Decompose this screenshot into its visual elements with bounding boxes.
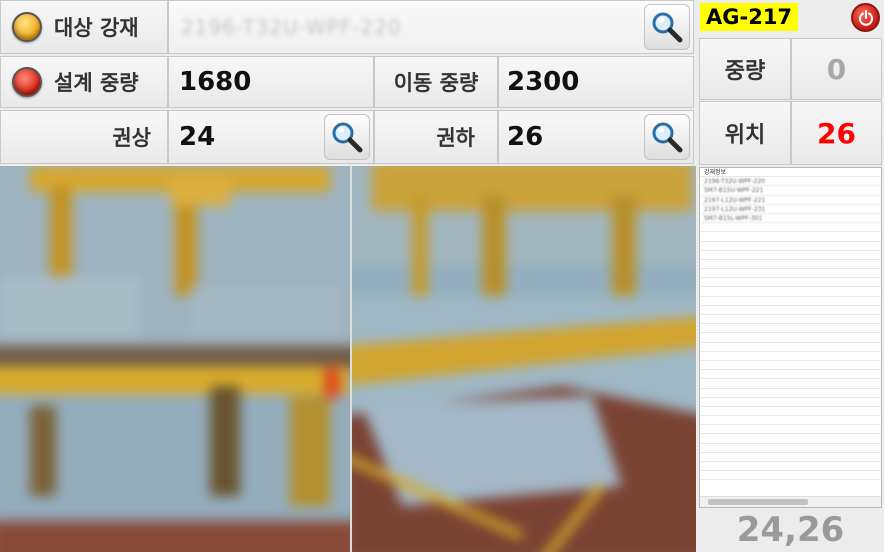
empty-row <box>700 352 881 361</box>
empty-row <box>700 379 881 389</box>
design-weight-label-cell: 설계 중량 <box>0 56 168 108</box>
move-weight-label-cell: 이동 중량 <box>374 56 498 108</box>
empty-row <box>700 425 881 435</box>
position-value-cell: 26 <box>791 101 882 165</box>
position-value: 26 <box>817 116 856 150</box>
design-weight-label: 설계 중량 <box>54 71 139 95</box>
lower-range-search-button[interactable] <box>644 114 690 160</box>
empty-row <box>700 242 881 251</box>
lower-range-label: 권하 <box>436 126 475 150</box>
empty-row <box>700 389 881 398</box>
coordinates-display: 24,26 <box>736 510 845 550</box>
empty-row <box>700 260 881 270</box>
weight-label: 중량 <box>724 59 766 84</box>
empty-row <box>700 361 881 371</box>
empty-row <box>700 444 881 453</box>
empty-row <box>700 398 881 407</box>
lower-range-label-cell: 권하 <box>374 110 498 164</box>
search-icon <box>652 122 683 153</box>
list-item[interactable]: 2196-T32U-WPF-220 <box>700 177 881 187</box>
upper-range-label-cell: 권상 <box>0 110 168 164</box>
move-weight-value: 2300 <box>507 67 580 97</box>
move-weight-value-cell: 2300 <box>498 56 694 108</box>
move-weight-label: 이동 중량 <box>393 71 479 95</box>
list-item[interactable]: 2197-L12U-WPF-231 <box>700 205 881 214</box>
empty-row <box>700 453 881 462</box>
position-label-cell: 위치 <box>699 101 791 165</box>
empty-row <box>700 315 881 325</box>
target-steel-value: 2196-T32U-WPF-220 <box>181 15 402 39</box>
empty-row <box>700 269 881 279</box>
target-steel-label: 대상 강재 <box>54 16 139 40</box>
empty-row <box>700 306 881 315</box>
list-item[interactable]: SM7-B15U-WPF-221 <box>700 186 881 196</box>
list-item[interactable]: 2197-L12U-WPF-221 <box>700 196 881 205</box>
status-lamp-icon <box>12 67 42 97</box>
target-steel-search-button[interactable] <box>644 4 690 50</box>
upper-range-search-button[interactable] <box>324 114 370 160</box>
power-button[interactable] <box>851 3 880 32</box>
target-steel-label-cell: 대상 강재 <box>0 0 168 54</box>
empty-row <box>700 407 881 417</box>
empty-row <box>700 333 881 343</box>
crane-id-badge: AG-217 <box>700 3 799 31</box>
camera-view-left <box>0 166 350 552</box>
empty-row <box>700 278 881 288</box>
weight-label-cell: 중량 <box>699 38 791 100</box>
empty-row <box>700 251 881 260</box>
empty-row <box>700 232 881 242</box>
camera-image-left <box>0 166 350 552</box>
upper-range-value: 24 <box>179 122 216 152</box>
camera-image-right <box>352 166 696 552</box>
empty-row <box>700 324 881 334</box>
weight-value-cell: 0 <box>791 38 882 100</box>
target-steel-value-cell[interactable]: 2196-T32U-WPF-220 <box>168 0 694 54</box>
empty-row <box>700 462 881 472</box>
search-icon <box>652 12 683 43</box>
scrollbar-thumb[interactable] <box>708 499 808 505</box>
empty-row <box>700 297 881 306</box>
power-icon <box>858 9 873 26</box>
weight-value: 0 <box>826 52 847 86</box>
design-weight-value-cell: 1680 <box>168 56 374 108</box>
empty-row <box>700 343 881 352</box>
horizontal-scrollbar[interactable] <box>700 496 881 507</box>
empty-row <box>700 370 881 380</box>
steel-info-list[interactable]: 강재정보 2196-T32U-WPF-220 SM7-B15U-WPF-221 … <box>699 167 882 508</box>
list-item[interactable]: SM7-B15L-WPF-301 <box>700 214 881 224</box>
position-label: 위치 <box>724 123 766 148</box>
design-weight-value: 1680 <box>179 67 252 97</box>
lower-range-value: 26 <box>507 122 544 152</box>
status-lamp-icon <box>12 12 42 42</box>
steel-info-title: 강재정보 <box>700 168 881 178</box>
empty-row <box>700 223 881 233</box>
camera-view-right <box>350 166 696 552</box>
upper-range-label: 권상 <box>112 126 151 150</box>
empty-row <box>700 434 881 444</box>
search-icon <box>332 122 363 153</box>
empty-row <box>700 471 881 481</box>
empty-row <box>700 287 881 297</box>
empty-row <box>700 416 881 426</box>
